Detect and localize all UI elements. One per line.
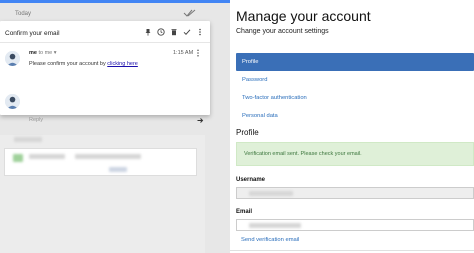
mail-client-pane: Today Confirm your email me to me ▾ 1:15… bbox=[0, 0, 230, 253]
blurred-username-value bbox=[249, 191, 293, 196]
blurred-checkbox bbox=[13, 154, 23, 162]
email-body-text: Please confirm your account by bbox=[29, 61, 108, 67]
blurred-message-row[interactable] bbox=[4, 148, 197, 176]
card-divider bbox=[0, 42, 210, 43]
blurred-email-value bbox=[249, 223, 301, 228]
trash-icon[interactable] bbox=[170, 28, 178, 36]
page-subtitle: Change your account settings bbox=[236, 28, 329, 35]
reply-field[interactable]: Reply bbox=[29, 117, 43, 123]
account-nav: Profile Password Two-factor authenticati… bbox=[236, 53, 474, 125]
blurred-sender bbox=[29, 154, 65, 159]
blurred-header bbox=[14, 137, 42, 142]
email-time: 1:15 AM bbox=[173, 50, 194, 56]
username-label: Username bbox=[236, 177, 266, 183]
email-toolbar bbox=[144, 28, 204, 36]
pin-icon[interactable] bbox=[144, 28, 152, 36]
username-input[interactable] bbox=[236, 187, 474, 199]
email-label: Email bbox=[236, 209, 253, 215]
email-body: Please confirm your account by clicking … bbox=[29, 61, 138, 67]
my-avatar bbox=[5, 94, 20, 109]
snooze-clock-icon[interactable] bbox=[157, 28, 165, 36]
blurred-snippet-2 bbox=[109, 167, 127, 172]
email-subject: Confirm your email bbox=[5, 30, 60, 37]
more-vert-icon[interactable] bbox=[196, 28, 204, 36]
mail-section-label: Today bbox=[15, 11, 32, 17]
success-alert: Verification email sent. Please check yo… bbox=[236, 142, 474, 166]
page-title: Manage your account bbox=[236, 8, 371, 24]
nav-item-two-factor[interactable]: Two-factor authentication bbox=[236, 89, 474, 107]
send-verification-email-link[interactable]: Send verification email bbox=[241, 237, 299, 243]
person-avatar-icon bbox=[5, 51, 20, 66]
email-message-card: Confirm your email me to me ▾ 1:15 AM Pl… bbox=[0, 21, 210, 123]
blurred-snippet bbox=[75, 154, 141, 159]
send-arrow-icon[interactable] bbox=[197, 117, 204, 124]
section-heading: Profile bbox=[236, 128, 259, 137]
done-check-icon[interactable] bbox=[183, 28, 191, 36]
person-avatar-icon bbox=[5, 94, 20, 109]
account-settings-pane: Manage your account Change your account … bbox=[230, 0, 474, 253]
mail-top-accent-bar bbox=[0, 0, 230, 3]
message-more-icon[interactable] bbox=[195, 49, 201, 57]
nav-item-personal-data[interactable]: Personal data bbox=[236, 107, 474, 125]
email-input[interactable] bbox=[236, 219, 474, 231]
done-all-icon[interactable] bbox=[183, 8, 197, 18]
bottom-divider bbox=[230, 250, 474, 251]
recipient-text: to me bbox=[38, 50, 53, 56]
confirm-account-link[interactable]: clicking here bbox=[107, 61, 138, 67]
email-from-line: me to me ▾ bbox=[29, 50, 57, 56]
sender-name[interactable]: me bbox=[29, 50, 37, 56]
nav-item-password[interactable]: Password bbox=[236, 71, 474, 89]
nav-item-profile[interactable]: Profile bbox=[236, 53, 474, 71]
sender-avatar bbox=[5, 51, 20, 66]
recipient-details-caret-icon[interactable]: ▾ bbox=[54, 50, 57, 56]
